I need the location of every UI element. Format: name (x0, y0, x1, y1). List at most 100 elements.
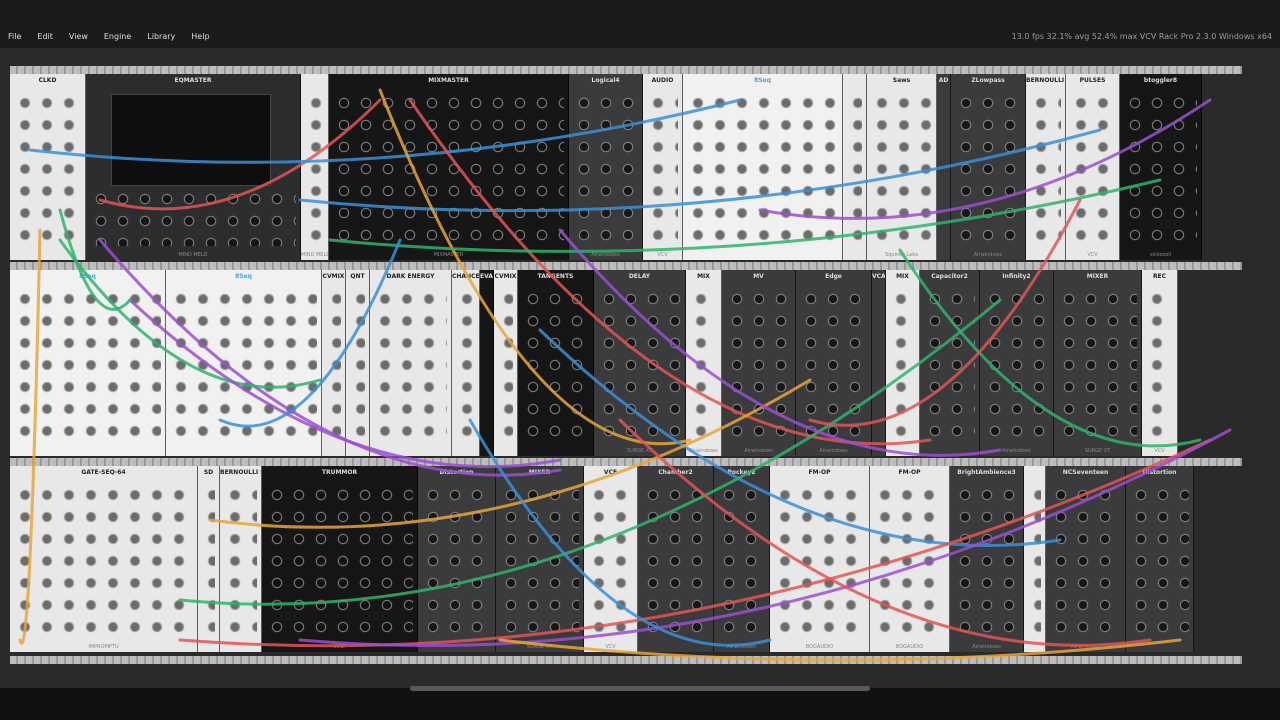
knob-jack-grid[interactable] (1030, 92, 1061, 246)
module-mixer[interactable]: MIXER SURGE XT (1054, 270, 1142, 456)
module-blank[interactable] (843, 74, 867, 260)
module-eva[interactable]: EVA (480, 270, 494, 456)
knob-jack-grid[interactable] (350, 288, 365, 442)
module-ncseventeen[interactable]: NCSeventeen Airwindows (1046, 466, 1126, 652)
knob-jack-grid[interactable] (1124, 92, 1197, 246)
knob-jack-grid[interactable] (690, 288, 717, 442)
knob-jack-grid[interactable] (266, 484, 413, 638)
module-clkd[interactable]: CLKD (10, 74, 86, 260)
knob-jack-grid[interactable] (847, 92, 862, 246)
module-mix[interactable]: MIX (886, 270, 920, 456)
knob-jack-grid[interactable] (374, 288, 447, 442)
module-blank[interactable]: MIND MELD (301, 74, 329, 260)
menu-engine[interactable]: Engine (96, 30, 139, 44)
knob-jack-grid[interactable] (484, 288, 489, 442)
module-distortion[interactable]: Distortion (1126, 466, 1194, 652)
eq-display[interactable] (111, 94, 271, 186)
module-logical4[interactable]: Logical4 Airwindows (569, 74, 643, 260)
knob-jack-grid[interactable] (774, 484, 865, 638)
module-vcf[interactable]: VCF VCV (584, 466, 638, 652)
knob-jack-grid[interactable] (305, 92, 324, 246)
knob-jack-grid[interactable] (14, 484, 193, 638)
knob-jack-grid[interactable] (326, 288, 341, 442)
module-tangents[interactable]: TANGENTS (518, 270, 594, 456)
module-pulses[interactable]: PULSES VCV (1066, 74, 1120, 260)
module-fm-op[interactable]: FM-OP BOGAUDIO (770, 466, 870, 652)
knob-jack-grid[interactable] (874, 484, 945, 638)
knob-jack-grid[interactable] (14, 92, 81, 246)
module-edge[interactable]: Edge Airwindows (796, 270, 872, 456)
module-trummor[interactable]: TRUMMOR VULT (262, 466, 418, 652)
module-pockey2[interactable]: Pockey2 Airwindows (714, 466, 770, 652)
knob-jack-grid[interactable] (500, 484, 579, 638)
module-audio[interactable]: AUDIO VCV (643, 74, 683, 260)
module-cvmix[interactable]: CVMIX (322, 270, 346, 456)
module-qnt[interactable]: QNT (346, 270, 370, 456)
knob-jack-grid[interactable] (14, 288, 161, 442)
module-zlowpass[interactable]: ZLowpass Airwindows (951, 74, 1026, 260)
module-eqmaster[interactable]: EQMASTER MIND MELD (86, 74, 301, 260)
knob-jack-grid[interactable] (924, 288, 975, 442)
knob-jack-grid[interactable] (598, 288, 681, 442)
module-gate-seq-64[interactable]: GATE-SEQ-64 IMPROMPTU (10, 466, 198, 652)
module-rec[interactable]: REC VCV (1142, 270, 1178, 456)
knob-jack-grid[interactable] (800, 288, 867, 442)
module-fm-op[interactable]: FM-OP BOGAUDIO (870, 466, 950, 652)
knob-jack-grid[interactable] (170, 288, 317, 442)
module-capacitor2[interactable]: Capacitor2 (920, 270, 980, 456)
knob-jack-grid[interactable] (726, 288, 791, 442)
module-8seq[interactable]: 8Seq (166, 270, 322, 456)
module-delay[interactable]: DELAY SURGE XT (594, 270, 686, 456)
module-8seq[interactable]: 8Seq (683, 74, 843, 260)
knob-jack-grid[interactable] (876, 288, 881, 442)
module-infinity2[interactable]: Infinity2 Airwindows (980, 270, 1054, 456)
module-chances[interactable]: CHANCES (452, 270, 480, 456)
module-mixer[interactable]: MIXER SURGE XT (496, 466, 584, 652)
knob-jack-grid[interactable] (642, 484, 709, 638)
knob-jack-grid[interactable] (1028, 484, 1041, 638)
module-distortion[interactable]: Distortion (418, 466, 496, 652)
module-bernoulli-switch[interactable]: BERNOULLI SWITCH (220, 466, 262, 652)
module-mv[interactable]: MV Airwindows (722, 270, 796, 456)
knob-jack-grid[interactable] (718, 484, 765, 638)
knob-jack-grid[interactable] (90, 188, 296, 246)
knob-jack-grid[interactable] (588, 484, 633, 638)
knob-jack-grid[interactable] (202, 484, 215, 638)
menu-file[interactable]: File (0, 30, 29, 44)
module-sd[interactable]: SD (198, 466, 220, 652)
knob-jack-grid[interactable] (1130, 484, 1189, 638)
knob-jack-grid[interactable] (573, 92, 638, 246)
knob-jack-grid[interactable] (522, 288, 589, 442)
module-mixmaster[interactable]: MIXMASTER MIXMASTER (329, 74, 569, 260)
module-btoggler8[interactable]: btoggler8 sickozell (1120, 74, 1202, 260)
knob-jack-grid[interactable] (687, 92, 838, 246)
menu-view[interactable]: View (61, 30, 96, 44)
knob-jack-grid[interactable] (224, 484, 257, 638)
module-chamber2[interactable]: Chamber2 (638, 466, 714, 652)
module-vcas[interactable]: VCAS (872, 270, 886, 456)
menu-help[interactable]: Help (183, 30, 217, 44)
module-ad[interactable]: AD (937, 74, 951, 260)
module-brightambience3[interactable]: BrightAmbience3 Airwindows (950, 466, 1024, 652)
knob-jack-grid[interactable] (1146, 288, 1173, 442)
knob-jack-grid[interactable] (1070, 92, 1115, 246)
knob-jack-grid[interactable] (1050, 484, 1121, 638)
knob-jack-grid[interactable] (984, 288, 1049, 442)
knob-jack-grid[interactable] (941, 92, 946, 246)
knob-jack-grid[interactable] (871, 92, 932, 246)
module-blank[interactable] (1024, 466, 1046, 652)
menu-library[interactable]: Library (139, 30, 183, 44)
module-8seq[interactable]: 8Seq (10, 270, 166, 456)
horizontal-scrollbar[interactable] (410, 686, 870, 691)
module-bernoulli-switch[interactable]: BERNOULLI SWITCH (1026, 74, 1066, 260)
knob-jack-grid[interactable] (1058, 288, 1137, 442)
knob-jack-grid[interactable] (456, 288, 475, 442)
module-cvmix[interactable]: CVMIX (494, 270, 518, 456)
module-mix[interactable]: MIX Airwindows (686, 270, 722, 456)
knob-jack-grid[interactable] (955, 92, 1021, 246)
knob-jack-grid[interactable] (333, 92, 564, 246)
knob-jack-grid[interactable] (647, 92, 678, 246)
menu-edit[interactable]: Edit (29, 30, 61, 44)
knob-jack-grid[interactable] (890, 288, 915, 442)
knob-jack-grid[interactable] (422, 484, 491, 638)
